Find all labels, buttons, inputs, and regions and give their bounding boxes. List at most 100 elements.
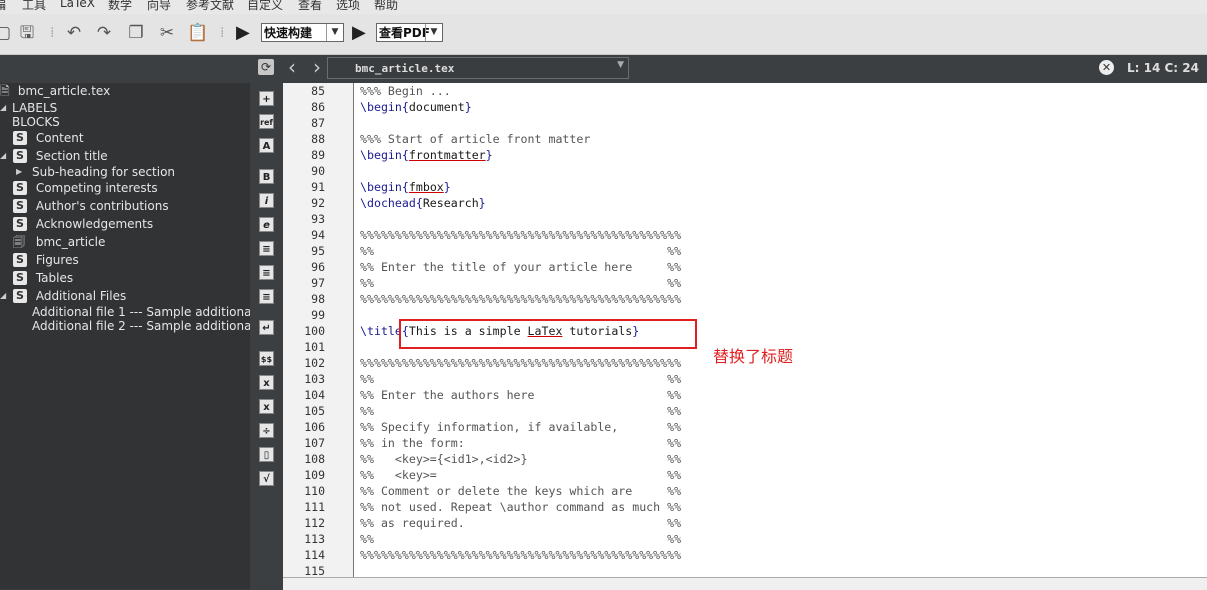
annotation-label: 替换了标题 <box>713 347 794 366</box>
code-line: %% <key>={<id1>,<id2>} %% <box>360 452 682 466</box>
tree-item-competing-interests[interactable]: S Competing interests <box>13 180 158 196</box>
divide-icon[interactable]: ÷ <box>259 423 274 438</box>
reference-icon[interactable]: ref <box>259 114 274 129</box>
menu-item[interactable]: 向导 <box>147 0 171 13</box>
line-number: 108 <box>304 452 325 466</box>
line-number: 104 <box>304 388 325 402</box>
annotation-highlight-box <box>399 319 697 349</box>
line-number: 110 <box>304 484 325 498</box>
italic-icon[interactable]: i <box>259 193 274 208</box>
save-icon[interactable]: 🖫 <box>16 22 38 44</box>
tree-item-label: Sub-heading for section <box>32 165 176 179</box>
superscript-icon[interactable]: x <box>259 399 274 414</box>
newline-icon[interactable]: ↵ <box>259 320 274 335</box>
bibliography-icon: 🗐 <box>13 235 25 249</box>
menu-item[interactable]: 选项 <box>336 0 360 13</box>
insert-ref-icon[interactable]: + <box>259 91 274 106</box>
close-icon[interactable]: ✕ <box>1099 60 1114 75</box>
new-file-icon[interactable]: ▢ <box>0 22 14 44</box>
tree-item-section-title[interactable]: S Section title <box>13 148 108 164</box>
font-size-icon[interactable]: A <box>259 138 274 153</box>
tree-item-authors-contributions[interactable]: S Author's contributions <box>13 198 169 214</box>
line-number: 101 <box>304 340 325 354</box>
emphasis-icon[interactable]: e <box>259 217 274 232</box>
line-number: 105 <box>304 404 325 418</box>
fraction-icon[interactable]: ▯ <box>259 447 274 462</box>
toolbar-separator: ⁞ <box>220 25 225 41</box>
menu-item[interactable]: 参考文献 <box>186 0 234 13</box>
align-left-icon[interactable]: ≡ <box>259 241 274 256</box>
build-select[interactable]: 快速构建 ▼ <box>261 23 344 42</box>
display-math-icon[interactable]: $$ <box>259 351 274 366</box>
tree-item-additional-file-2[interactable]: Additional file 2 --- Sample additional … <box>32 318 250 334</box>
refresh-icon[interactable]: ⟳ <box>258 59 274 75</box>
line-number: 112 <box>304 516 325 530</box>
tree-item-content[interactable]: S Content <box>13 130 84 146</box>
align-center-icon[interactable]: ≡ <box>259 265 274 280</box>
menu-item[interactable]: 数学 <box>108 0 132 13</box>
code-line: %% %% <box>360 404 682 418</box>
tree-item-label: Tables <box>35 271 74 285</box>
tree-item-bmc-article[interactable]: 🗐 bmc_article <box>13 234 105 250</box>
previous-tab-icon[interactable]: ‹ <box>282 55 302 82</box>
expand-icon[interactable]: ▶ <box>16 167 22 176</box>
section-icon: S <box>13 289 27 303</box>
tree-root[interactable]: 🗎 bmc_article.tex <box>0 83 110 99</box>
line-number: 86 <box>311 100 325 114</box>
tree-item-figures[interactable]: S Figures <box>13 252 79 268</box>
menu-item[interactable]: 查看 <box>298 0 322 13</box>
code-line: %% %% <box>360 244 682 258</box>
tree-blocks[interactable]: BLOCKS <box>12 114 60 130</box>
line-number: 113 <box>304 532 325 546</box>
menu-item[interactable]: 帮助 <box>374 0 398 13</box>
run-build-icon[interactable]: ▶ <box>236 23 254 43</box>
menu-item[interactable]: 工具 <box>22 0 46 13</box>
line-number: 99 <box>311 308 325 322</box>
horizontal-scrollbar[interactable] <box>283 577 1207 590</box>
bold-icon[interactable]: B <box>259 169 274 184</box>
tree-item-additional-files[interactable]: S Additional Files <box>13 288 126 304</box>
line-number: 93 <box>311 212 325 226</box>
tree-item-acknowledgements[interactable]: S Acknowledgements <box>13 216 153 232</box>
tree-item-tables[interactable]: S Tables <box>13 270 73 286</box>
line-number: 102 <box>304 356 325 370</box>
next-tab-icon[interactable]: › <box>307 55 327 82</box>
collapse-icon[interactable]: ◢ <box>0 291 6 300</box>
tree-item-subheading[interactable]: Sub-heading for section <box>32 164 175 180</box>
align-right-icon[interactable]: ≡ <box>259 289 274 304</box>
section-icon: S <box>13 217 27 231</box>
redo-icon[interactable]: ↷ <box>93 22 115 44</box>
subscript-icon[interactable]: x <box>259 375 274 390</box>
build-select-label: 快速构建 <box>264 26 313 40</box>
menu-item[interactable]: LaTeX <box>60 0 95 10</box>
code-line: %% %% <box>360 372 682 386</box>
file-tab-name: bmc_article.tex <box>355 62 455 75</box>
menu-item[interactable]: 编 <box>0 0 6 13</box>
line-number: 96 <box>311 260 325 274</box>
paste-icon[interactable]: 📋 <box>187 22 209 44</box>
line-number: 88 <box>311 132 325 146</box>
code-line: %%%%%%%%%%%%%%%%%%%%%%%%%%%%%%%%%%%%%%%%… <box>360 228 682 242</box>
line-number: 114 <box>304 548 325 562</box>
collapse-icon[interactable]: ◢ <box>0 151 6 160</box>
file-tab-select[interactable]: bmc_article.tex ▼ <box>327 57 629 79</box>
menu-item[interactable]: 自定义 <box>247 0 283 13</box>
copy-icon[interactable]: ❐ <box>125 22 147 44</box>
tree-item-label: Additional file 1 --- Sample additional … <box>32 305 250 319</box>
code-line: %% %% <box>360 276 682 290</box>
toolbar-separator: ⁞ <box>50 25 55 41</box>
toolbar: ▢ 🖫 ⁞ ↶ ↷ ❐ ✂ 📋 ⁞ ▶ 快速构建 ▼ ▶ 查看PDF ▼ <box>0 14 1207 55</box>
sqrt-icon[interactable]: √ <box>259 471 274 486</box>
line-number: 103 <box>304 372 325 386</box>
collapse-icon[interactable]: ◢ <box>0 103 6 112</box>
view-select[interactable]: 查看PDF ▼ <box>376 23 443 42</box>
code-line: %% not used. Repeat \author command as m… <box>360 500 682 514</box>
run-view-icon[interactable]: ▶ <box>352 23 370 43</box>
line-number: 90 <box>311 164 325 178</box>
undo-icon[interactable]: ↶ <box>63 22 85 44</box>
line-number: 85 <box>311 84 325 98</box>
line-number: 107 <box>304 436 325 450</box>
structure-panel: 🗎 bmc_article.tex ◢ LABELS BLOCKS S Cont… <box>0 83 250 589</box>
line-number: 91 <box>311 180 325 194</box>
cut-icon[interactable]: ✂ <box>156 22 178 44</box>
